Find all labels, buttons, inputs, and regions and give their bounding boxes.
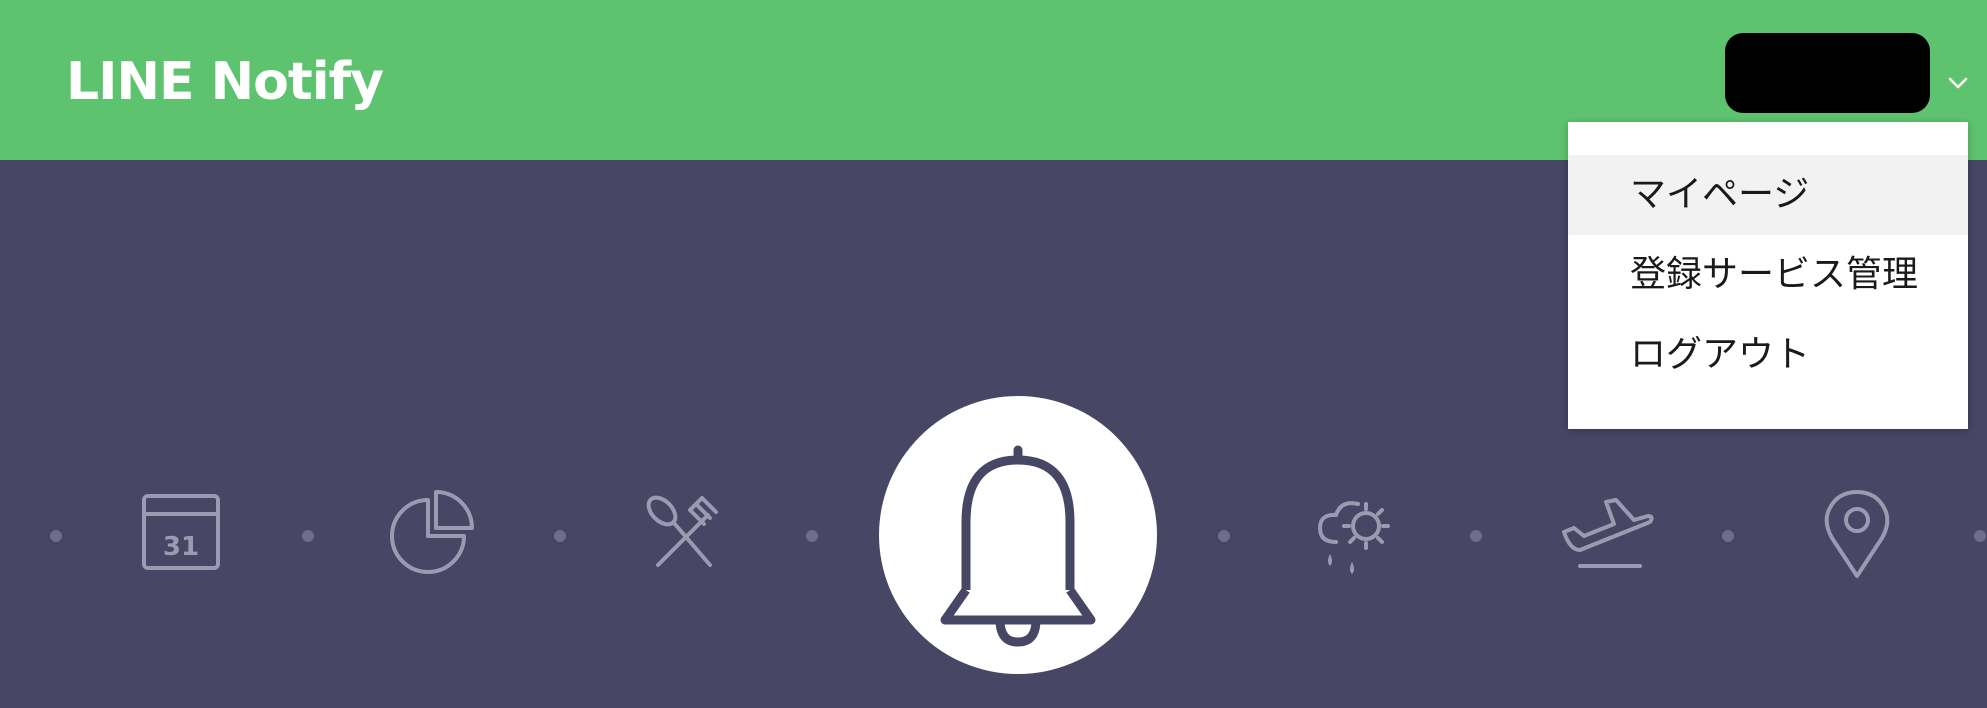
separator-dot xyxy=(1722,530,1734,542)
logo[interactable]: LINE Notify xyxy=(66,48,384,116)
pie-chart-icon xyxy=(390,490,474,574)
notify-bell-button[interactable] xyxy=(879,396,1157,674)
separator-dot xyxy=(1218,530,1230,542)
separator-dot xyxy=(1974,530,1986,542)
menu-item-service-management[interactable]: 登録サービス管理 xyxy=(1568,235,1968,315)
separator-dot xyxy=(50,530,62,542)
separator-dot xyxy=(806,530,818,542)
bell-icon xyxy=(940,445,1096,647)
separator-dot xyxy=(1470,530,1482,542)
calendar-icon: 31 xyxy=(142,494,220,570)
location-pin-icon xyxy=(1824,490,1890,578)
menu-item-my-page[interactable]: マイページ xyxy=(1568,155,1968,235)
airplane-icon xyxy=(1562,498,1654,568)
line-notify-page: LINE Notify 31 マイページ 登録サービス管理 ログアウト xyxy=(0,0,1987,708)
weather-icon xyxy=(1317,501,1390,574)
separator-dot xyxy=(302,530,314,542)
menu-item-logout[interactable]: ログアウト xyxy=(1568,315,1968,395)
utensils-icon xyxy=(646,495,718,567)
separator-dot xyxy=(554,530,566,542)
account-button[interactable] xyxy=(1725,33,1930,113)
calendar-number: 31 xyxy=(163,532,199,562)
chevron-down-icon[interactable] xyxy=(1945,70,1971,96)
account-dropdown-menu: マイページ 登録サービス管理 ログアウト xyxy=(1568,122,1968,429)
